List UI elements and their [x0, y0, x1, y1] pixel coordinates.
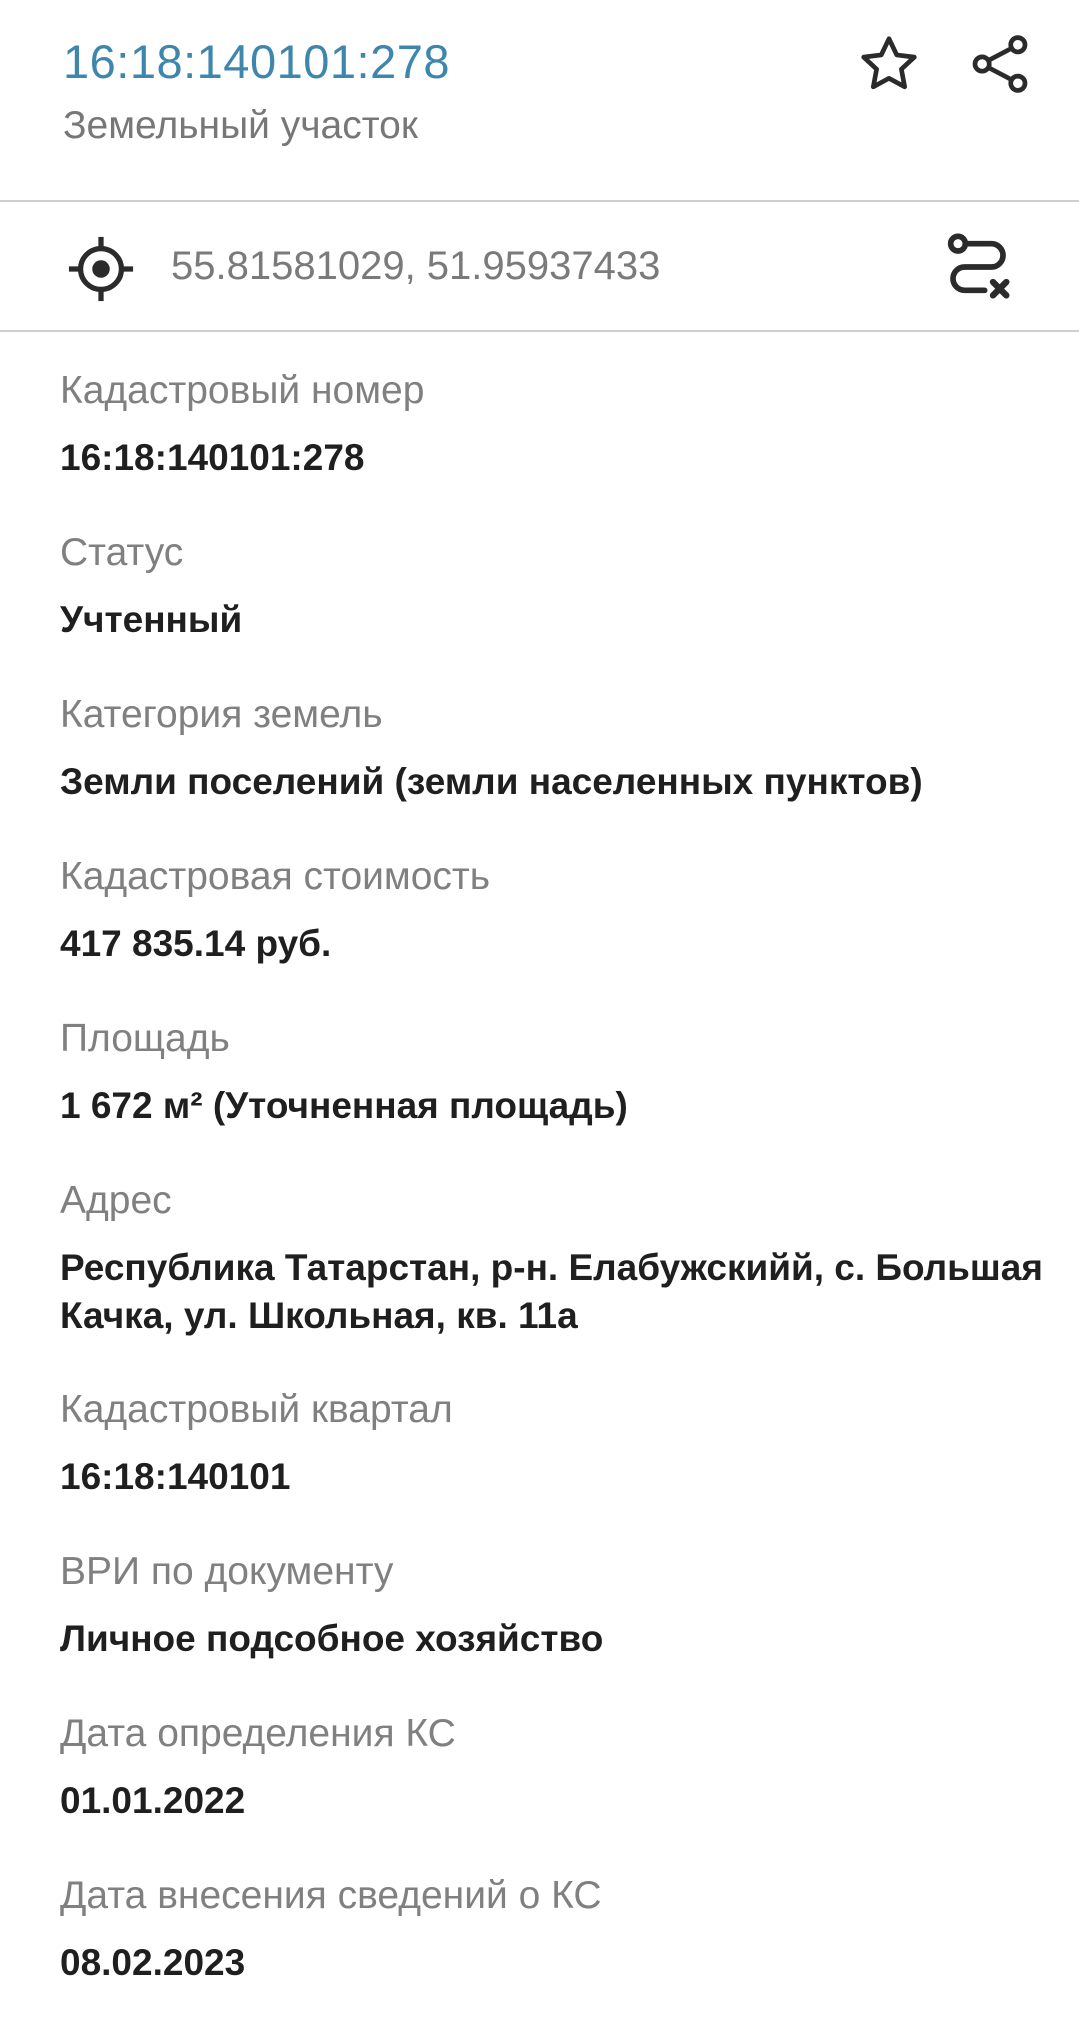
field-label: Кадастровый номер	[60, 369, 425, 412]
field-cadastral-quarter: Кадастровый квартал 16:18:140101	[60, 1387, 1079, 1501]
field-valuation-date: Дата определения КС 01.01.2022	[60, 1711, 1079, 1825]
field-label: Дата определения КС	[60, 1712, 456, 1755]
field-cadastral-number: Кадастровый номер 16:18:140101:278	[60, 368, 1079, 482]
field-cadastral-value: Кадастровая стоимость 417 835.14 руб.	[60, 854, 1079, 968]
page-subtitle: Земельный участок	[63, 104, 418, 147]
field-value: 08.02.2023	[60, 1942, 246, 1983]
field-area: Площадь 1 672 м² (Уточненная площадь)	[60, 1016, 1079, 1130]
field-status: Статус Учтенный	[60, 530, 1079, 644]
field-value[interactable]: 16:18:140101:278	[60, 434, 1079, 482]
crosshair-icon[interactable]	[66, 234, 136, 304]
favorite-button[interactable]	[849, 24, 929, 104]
field-label: Кадастровая стоимость	[60, 855, 491, 898]
field-value: 1 672 м² (Уточненная площадь)	[60, 1085, 628, 1126]
route-icon[interactable]	[938, 227, 1018, 307]
field-value: 01.01.2022	[60, 1780, 246, 1821]
share-icon	[972, 35, 1028, 93]
coordinates-text[interactable]: 55.81581029, 51.95937433	[171, 244, 660, 289]
field-label: Статус	[60, 531, 184, 574]
address-line-2: Качка, ул. Школьная, кв. 11а	[60, 1295, 578, 1336]
field-value: 417 835.14 руб.	[60, 923, 332, 964]
header: 16:18:140101:278 Земельный участок	[0, 0, 1079, 202]
field-land-category: Категория земель Земли поселений (земли …	[60, 692, 1079, 806]
field-value: Учтенный	[60, 599, 243, 640]
field-label: Площадь	[60, 1017, 230, 1060]
coordinates-row[interactable]: 55.81581029, 51.95937433	[0, 202, 1079, 332]
field-label: Кадастровый квартал	[60, 1388, 453, 1431]
field-value[interactable]: 16:18:140101	[60, 1453, 1079, 1501]
field-address: Адрес Республика Татарстан, р-н. Елабужс…	[60, 1178, 1079, 1340]
star-icon	[861, 36, 917, 90]
field-value[interactable]: Республика Татарстан, р-н. Елабужскийй, …	[60, 1244, 1079, 1340]
field-label: ВРИ по документу	[60, 1550, 394, 1593]
field-entry-date: Дата внесения сведений о КС 08.02.2023	[60, 1873, 1079, 1987]
field-permitted-use: ВРИ по документу Личное подсобное хозяйс…	[60, 1549, 1079, 1663]
field-label: Дата внесения сведений о КС	[60, 1874, 602, 1917]
page-title: 16:18:140101:278	[63, 35, 450, 88]
share-button[interactable]	[960, 24, 1040, 104]
field-value: Земли поселений (земли населенных пункто…	[60, 761, 923, 802]
field-value: Личное подсобное хозяйство	[60, 1618, 604, 1659]
field-label: Адрес	[60, 1179, 172, 1222]
address-line-1: Республика Татарстан, р-н. Елабужскийй, …	[60, 1247, 1043, 1288]
field-label: Категория земель	[60, 693, 383, 736]
